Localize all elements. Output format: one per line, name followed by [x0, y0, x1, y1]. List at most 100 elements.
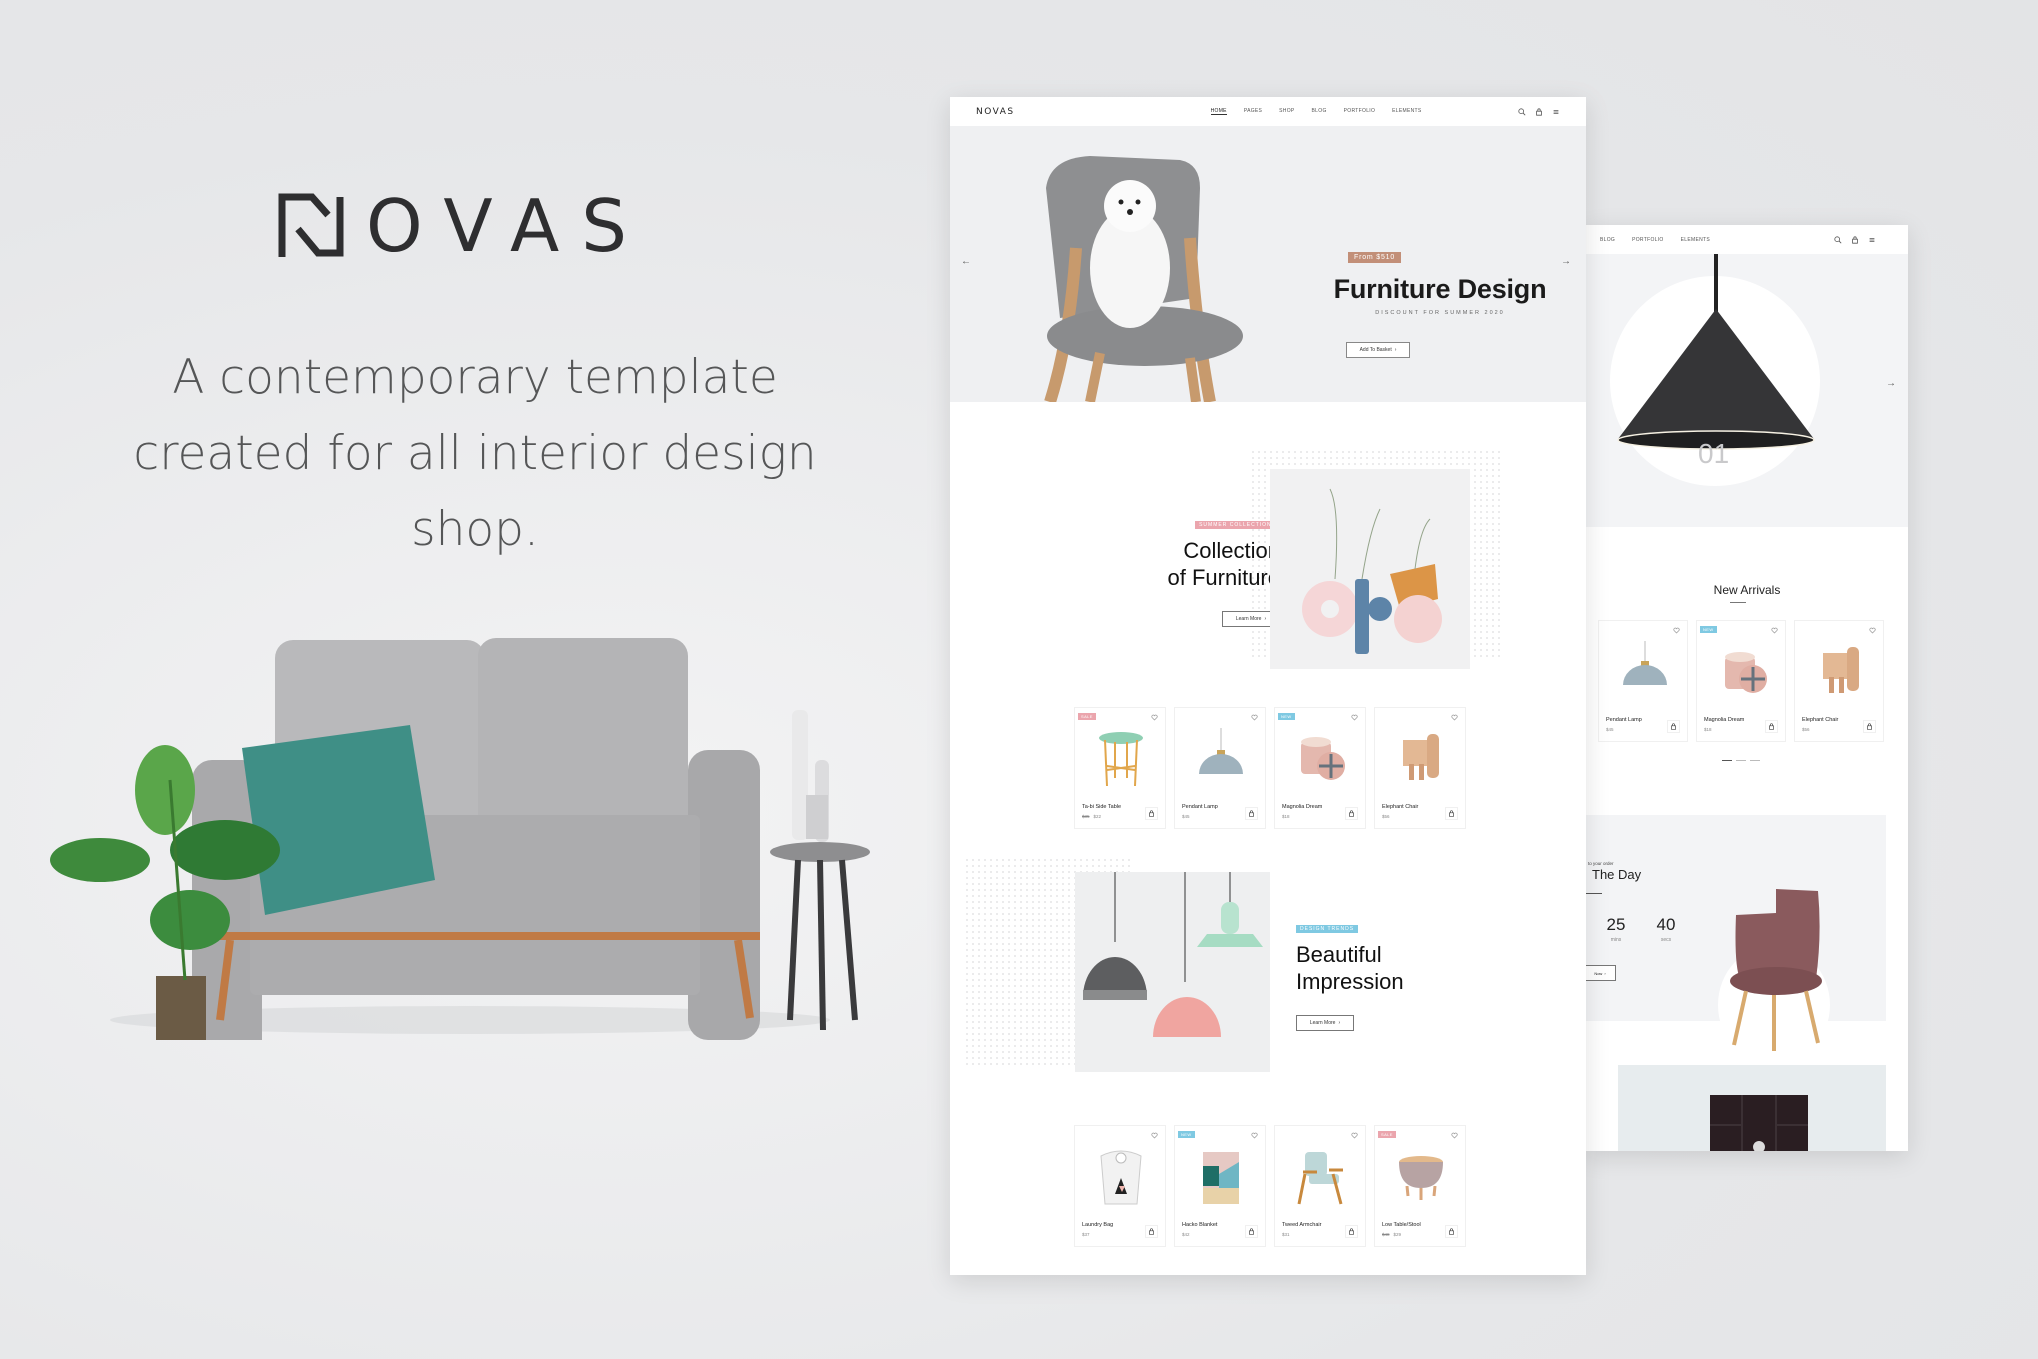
bag-icon [1671, 723, 1676, 730]
heart-icon[interactable] [1151, 1132, 1158, 1139]
menu-icon[interactable] [1868, 236, 1876, 244]
heart-icon[interactable] [1251, 714, 1258, 721]
product-card[interactable]: Tweed Armchair $31 [1274, 1125, 1366, 1247]
nav-item-portfolio[interactable]: Portfolio [1344, 108, 1376, 115]
product-card[interactable]: SALE Ta-bi Side Table $35 $22 [1074, 707, 1166, 829]
add-to-cart-button[interactable] [1145, 1225, 1158, 1238]
deal-headline: The Day [1592, 867, 1642, 882]
novas-n-logo-icon [278, 193, 344, 257]
pendant-lamp-image [1199, 728, 1243, 774]
menu-icon[interactable] [1552, 108, 1560, 116]
hero-prev-arrow[interactable]: ← [961, 256, 971, 267]
heart-icon[interactable] [1451, 714, 1458, 721]
nav-item-shop[interactable]: Shop [1279, 108, 1294, 115]
heart-icon[interactable] [1869, 627, 1876, 634]
product-name[interactable]: Pendant Lamp [1182, 804, 1218, 810]
side-table-image [1099, 732, 1143, 787]
heart-icon[interactable] [1673, 627, 1680, 634]
add-to-basket-label: Add To Basket [1359, 347, 1392, 353]
add-to-cart-button[interactable] [1445, 807, 1458, 820]
product-name[interactable]: Elephant Chair [1802, 717, 1838, 723]
search-icon[interactable] [1834, 235, 1842, 244]
cart-icon[interactable] [1535, 107, 1543, 116]
heart-icon[interactable] [1251, 1132, 1258, 1139]
product-card[interactable]: Elephant Chair $56 [1794, 620, 1884, 742]
site-logo[interactable]: NOVAS [976, 107, 1015, 117]
sale-badge: SALE [1078, 713, 1096, 720]
hero-next-arrow[interactable]: → [1561, 256, 1571, 267]
product-card[interactable]: NEW Magnolia Dream $18 [1696, 620, 1786, 742]
product-name[interactable]: Hacko Blanket [1182, 1222, 1217, 1228]
heart-icon[interactable] [1451, 1132, 1458, 1139]
arrow-right-icon: › [1394, 347, 1397, 353]
price-badge: From $510 [1348, 252, 1402, 263]
nav-item-blog[interactable]: Blog [1312, 108, 1327, 115]
bag-icon [1449, 1228, 1454, 1235]
product-price: $56 [1802, 727, 1810, 732]
nav-item-home[interactable]: Home [1210, 108, 1227, 115]
vases-image [1270, 469, 1470, 669]
product-card[interactable]: Pendant Lamp $45 [1174, 707, 1266, 829]
heart-icon[interactable] [1151, 714, 1158, 721]
product-name[interactable]: Pendant Lamp [1606, 717, 1642, 723]
product-name[interactable]: Low Table/Stool [1382, 1222, 1421, 1228]
add-to-cart-button[interactable] [1445, 1225, 1458, 1238]
add-to-cart-button[interactable] [1667, 720, 1680, 733]
back-page-mockup: Blog Portfolio Elements 01 → New Arrival… [1586, 225, 1908, 1151]
pager-dot[interactable] [1722, 760, 1732, 761]
nav-item-pages[interactable]: Pages [1244, 108, 1262, 115]
collection-title: Collection of Furniture [1167, 538, 1281, 590]
products-row-2: Laundry Bag $37 NEW Hacko Blanket $42 Tw… [1074, 1125, 1466, 1247]
product-price: $37 [1082, 1232, 1090, 1237]
product-name[interactable]: Tweed Armchair [1282, 1222, 1321, 1228]
cart-icon[interactable] [1851, 235, 1859, 244]
add-to-cart-button[interactable] [1245, 807, 1258, 820]
add-to-cart-button[interactable] [1863, 720, 1876, 733]
nav-item-blog[interactable]: Blog [1600, 237, 1615, 243]
add-to-basket-button[interactable]: Add To Basket › [1346, 342, 1410, 358]
arrow-right-icon: › [1604, 970, 1606, 976]
product-card[interactable]: Laundry Bag $37 [1074, 1125, 1166, 1247]
nav-item-elements[interactable]: Elements [1392, 108, 1421, 115]
back-next-arrow[interactable]: → [1886, 378, 1896, 389]
product-card[interactable]: NEW Hacko Blanket $42 [1174, 1125, 1266, 1247]
pager-dot[interactable] [1750, 760, 1760, 761]
product-name[interactable]: Magnolia Dream [1282, 804, 1322, 810]
add-to-cart-button[interactable] [1245, 1225, 1258, 1238]
main-menu: Home Pages Shop Blog Portfolio Elements [1210, 108, 1422, 115]
summer-collections-tag: Summer Collections [1195, 521, 1280, 529]
heart-icon[interactable] [1771, 627, 1778, 634]
product-name[interactable]: Elephant Chair [1382, 804, 1418, 810]
nav-item-elements[interactable]: Elements [1681, 237, 1710, 243]
product-name[interactable]: Laundry Bag [1082, 1222, 1113, 1228]
product-name[interactable]: Ta-bi Side Table [1082, 804, 1121, 810]
bag-icon [1249, 1228, 1254, 1235]
add-to-cart-button[interactable] [1345, 807, 1358, 820]
nav-item-portfolio[interactable]: Portfolio [1632, 237, 1664, 243]
shop-now-button[interactable]: Now › [1586, 965, 1616, 981]
heart-icon[interactable] [1351, 714, 1358, 721]
product-card[interactable]: SALE Low Table/Stool $48 $29 [1374, 1125, 1466, 1247]
hero-slider: From $510 Furniture Design DISCOUNT FOR … [950, 126, 1586, 402]
search-icon[interactable] [1518, 107, 1526, 116]
learn-more-button[interactable]: Learn More › [1296, 1015, 1354, 1031]
hero-subtitle: DISCOUNT FOR SUMMER 2020 [1375, 310, 1505, 316]
add-to-cart-button[interactable] [1765, 720, 1778, 733]
stool-image [1399, 1156, 1443, 1200]
slide-number: 01 [1698, 438, 1730, 469]
bag-icon [1149, 810, 1154, 817]
product-card[interactable]: NEW Magnolia Dream $18 [1274, 707, 1366, 829]
countdown-value: 40 [1656, 915, 1676, 934]
product-name[interactable]: Magnolia Dream [1704, 717, 1744, 723]
product-card[interactable]: Elephant Chair $56 [1374, 707, 1466, 829]
heart-icon[interactable] [1351, 1132, 1358, 1139]
add-to-cart-button[interactable] [1145, 807, 1158, 820]
add-to-cart-button[interactable] [1345, 1225, 1358, 1238]
design-trends-tag: Design Trends [1296, 925, 1359, 933]
product-price: $56 [1382, 814, 1390, 819]
pager-dot[interactable] [1736, 760, 1746, 761]
nav-icons [1518, 107, 1560, 116]
cone-pendant-lamp-image [1617, 254, 1815, 450]
sale-badge: SALE [1378, 1131, 1396, 1138]
product-card[interactable]: Pendant Lamp $45 [1598, 620, 1688, 742]
